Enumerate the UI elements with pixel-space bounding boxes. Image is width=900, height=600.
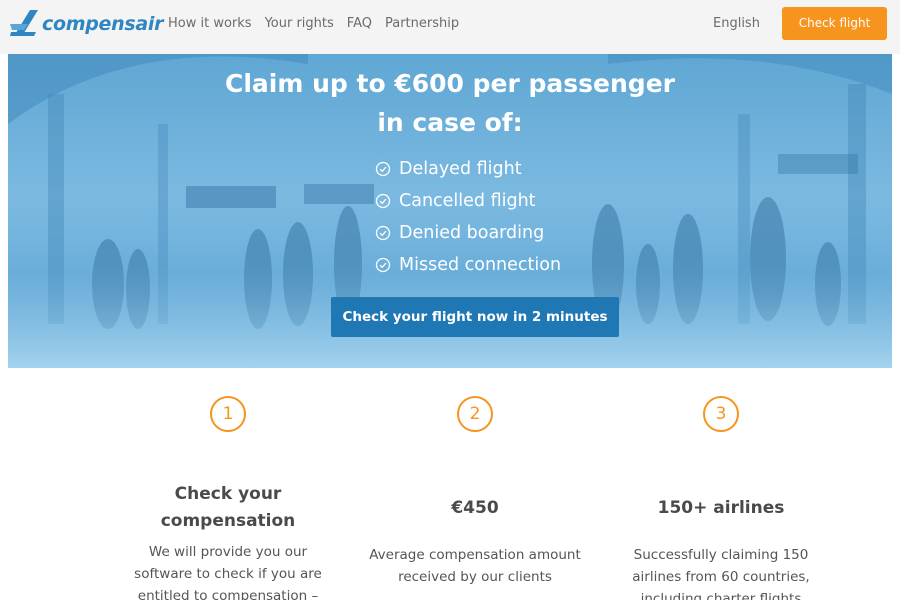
- step-number-badge: 1: [210, 396, 246, 432]
- step-number-badge: 2: [457, 396, 493, 432]
- check-circle-icon: [375, 257, 391, 273]
- site-header: compensair How it works Your rights FAQ …: [0, 0, 900, 54]
- check-circle-icon: [375, 225, 391, 241]
- logo-text: compensair: [42, 13, 164, 35]
- check-flight-button[interactable]: Check flight: [782, 7, 887, 40]
- hero-content: Claim up to €600 per passenger in case o…: [8, 54, 892, 368]
- check-circle-icon: [375, 193, 391, 209]
- feature-description: Average compensation amount received by …: [369, 547, 581, 585]
- benefit-label: Delayed flight: [399, 159, 522, 179]
- benefit-item: Denied boarding: [375, 217, 561, 249]
- benefit-item: Missed connection: [375, 249, 561, 281]
- logo-link[interactable]: compensair: [8, 2, 163, 46]
- feature-average-compensation: 2 €450 Average compensation amount recei…: [360, 396, 590, 588]
- check-your-flight-button[interactable]: Check your flight now in 2 minutes: [331, 297, 619, 337]
- benefit-item: Cancelled flight: [375, 185, 561, 217]
- nav-your-rights[interactable]: Your rights: [265, 14, 334, 34]
- nav-how-it-works[interactable]: How it works: [168, 14, 252, 34]
- benefit-item: Delayed flight: [375, 153, 561, 185]
- check-circle-icon: [375, 161, 391, 177]
- feature-title: €450: [451, 497, 499, 518]
- benefits-list: Delayed flight Cancelled flight Denied b…: [375, 153, 561, 281]
- page: compensair How it works Your rights FAQ …: [0, 0, 900, 600]
- hero-title: Claim up to €600 per passenger: [225, 69, 675, 98]
- benefit-label: Missed connection: [399, 255, 562, 275]
- language-selector[interactable]: English: [713, 14, 760, 34]
- feature-title: 150+ airlines: [657, 497, 785, 518]
- step-number-badge: 3: [703, 396, 739, 432]
- logo-wing-icon: [10, 10, 38, 36]
- feature-check-compensation: 1 Check your compensation We will provid…: [113, 396, 343, 600]
- main-nav: How it works Your rights FAQ Partnership: [168, 14, 472, 34]
- hero-banner: Claim up to €600 per passenger in case o…: [8, 54, 892, 368]
- feature-description: Successfully claiming 150 airlines from …: [632, 547, 810, 600]
- benefit-label: Cancelled flight: [399, 191, 536, 211]
- nav-partnership[interactable]: Partnership: [385, 14, 459, 34]
- hero-subtitle: in case of:: [377, 108, 523, 137]
- feature-airlines: 3 150+ airlines Successfully claiming 15…: [606, 396, 836, 600]
- nav-faq[interactable]: FAQ: [347, 14, 372, 34]
- feature-title: Check your compensation: [160, 484, 296, 531]
- benefit-label: Denied boarding: [399, 223, 545, 243]
- feature-description: We will provide you our software to chec…: [134, 544, 322, 600]
